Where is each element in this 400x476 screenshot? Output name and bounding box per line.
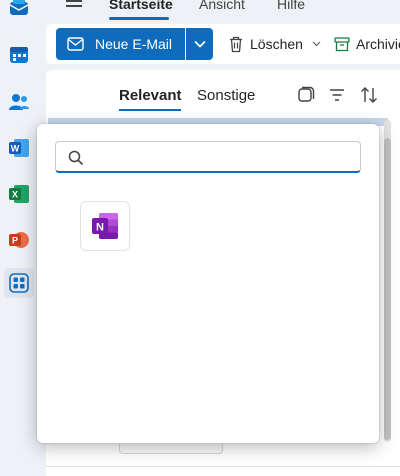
app-rail: W X P	[0, 0, 38, 476]
trash-icon	[230, 36, 242, 52]
powerpoint-icon[interactable]: P	[4, 225, 34, 255]
new-mail-label: Neue E-Mail	[95, 36, 173, 52]
onenote-letter: N	[96, 222, 104, 234]
word-icon[interactable]: W	[4, 133, 34, 163]
people-icon[interactable]	[4, 87, 34, 117]
hamburger-menu-icon[interactable]	[66, 0, 82, 10]
chevron-down-icon	[193, 40, 206, 48]
tab-startseite[interactable]: Startseite	[109, 0, 173, 12]
tab-hilfe[interactable]: Hilfe	[277, 0, 305, 12]
top-header: Startseite Ansicht Hilfe	[38, 0, 400, 22]
outlook-mail-icon[interactable]	[4, 0, 34, 22]
app-search-input[interactable]	[90, 146, 352, 168]
divider	[46, 466, 400, 467]
app-launcher-popup: N	[37, 124, 379, 443]
archive-button[interactable]: Archivie	[334, 28, 400, 60]
excel-icon[interactable]: X	[4, 179, 34, 209]
svg-text:W: W	[11, 144, 20, 154]
active-tab-indicator	[109, 17, 169, 20]
archive-icon	[334, 36, 350, 51]
sort-icon[interactable]	[360, 86, 378, 104]
delete-button[interactable]: Löschen	[228, 28, 321, 60]
tab-relevant[interactable]: Relevant	[119, 87, 182, 104]
svg-text:X: X	[12, 190, 18, 200]
app-search-box[interactable]	[55, 141, 361, 173]
search-icon	[68, 150, 84, 166]
archive-label: Archivie	[356, 36, 400, 52]
more-apps-icon[interactable]	[4, 268, 34, 298]
list-tab-indicator	[119, 109, 181, 111]
select-mode-icon[interactable]	[297, 86, 315, 104]
app-tile-onenote[interactable]: N	[80, 201, 130, 251]
calendar-icon[interactable]	[4, 40, 34, 70]
mail-icon	[67, 37, 84, 51]
new-mail-button[interactable]: Neue E-Mail	[56, 28, 185, 60]
tab-sonstige[interactable]: Sonstige	[197, 87, 255, 104]
ribbon-toolbar: Neue E-Mail Löschen Archivie	[46, 24, 400, 64]
list-item-peek	[119, 444, 223, 454]
filter-icon[interactable]	[328, 86, 346, 104]
delete-label: Löschen	[250, 36, 303, 52]
chevron-down-icon	[312, 41, 321, 47]
tab-ansicht[interactable]: Ansicht	[199, 0, 245, 12]
scrollbar-thumb[interactable]	[384, 138, 391, 440]
svg-text:P: P	[12, 236, 18, 246]
onenote-icon: N	[92, 213, 118, 239]
new-mail-dropdown-button[interactable]	[186, 28, 213, 60]
